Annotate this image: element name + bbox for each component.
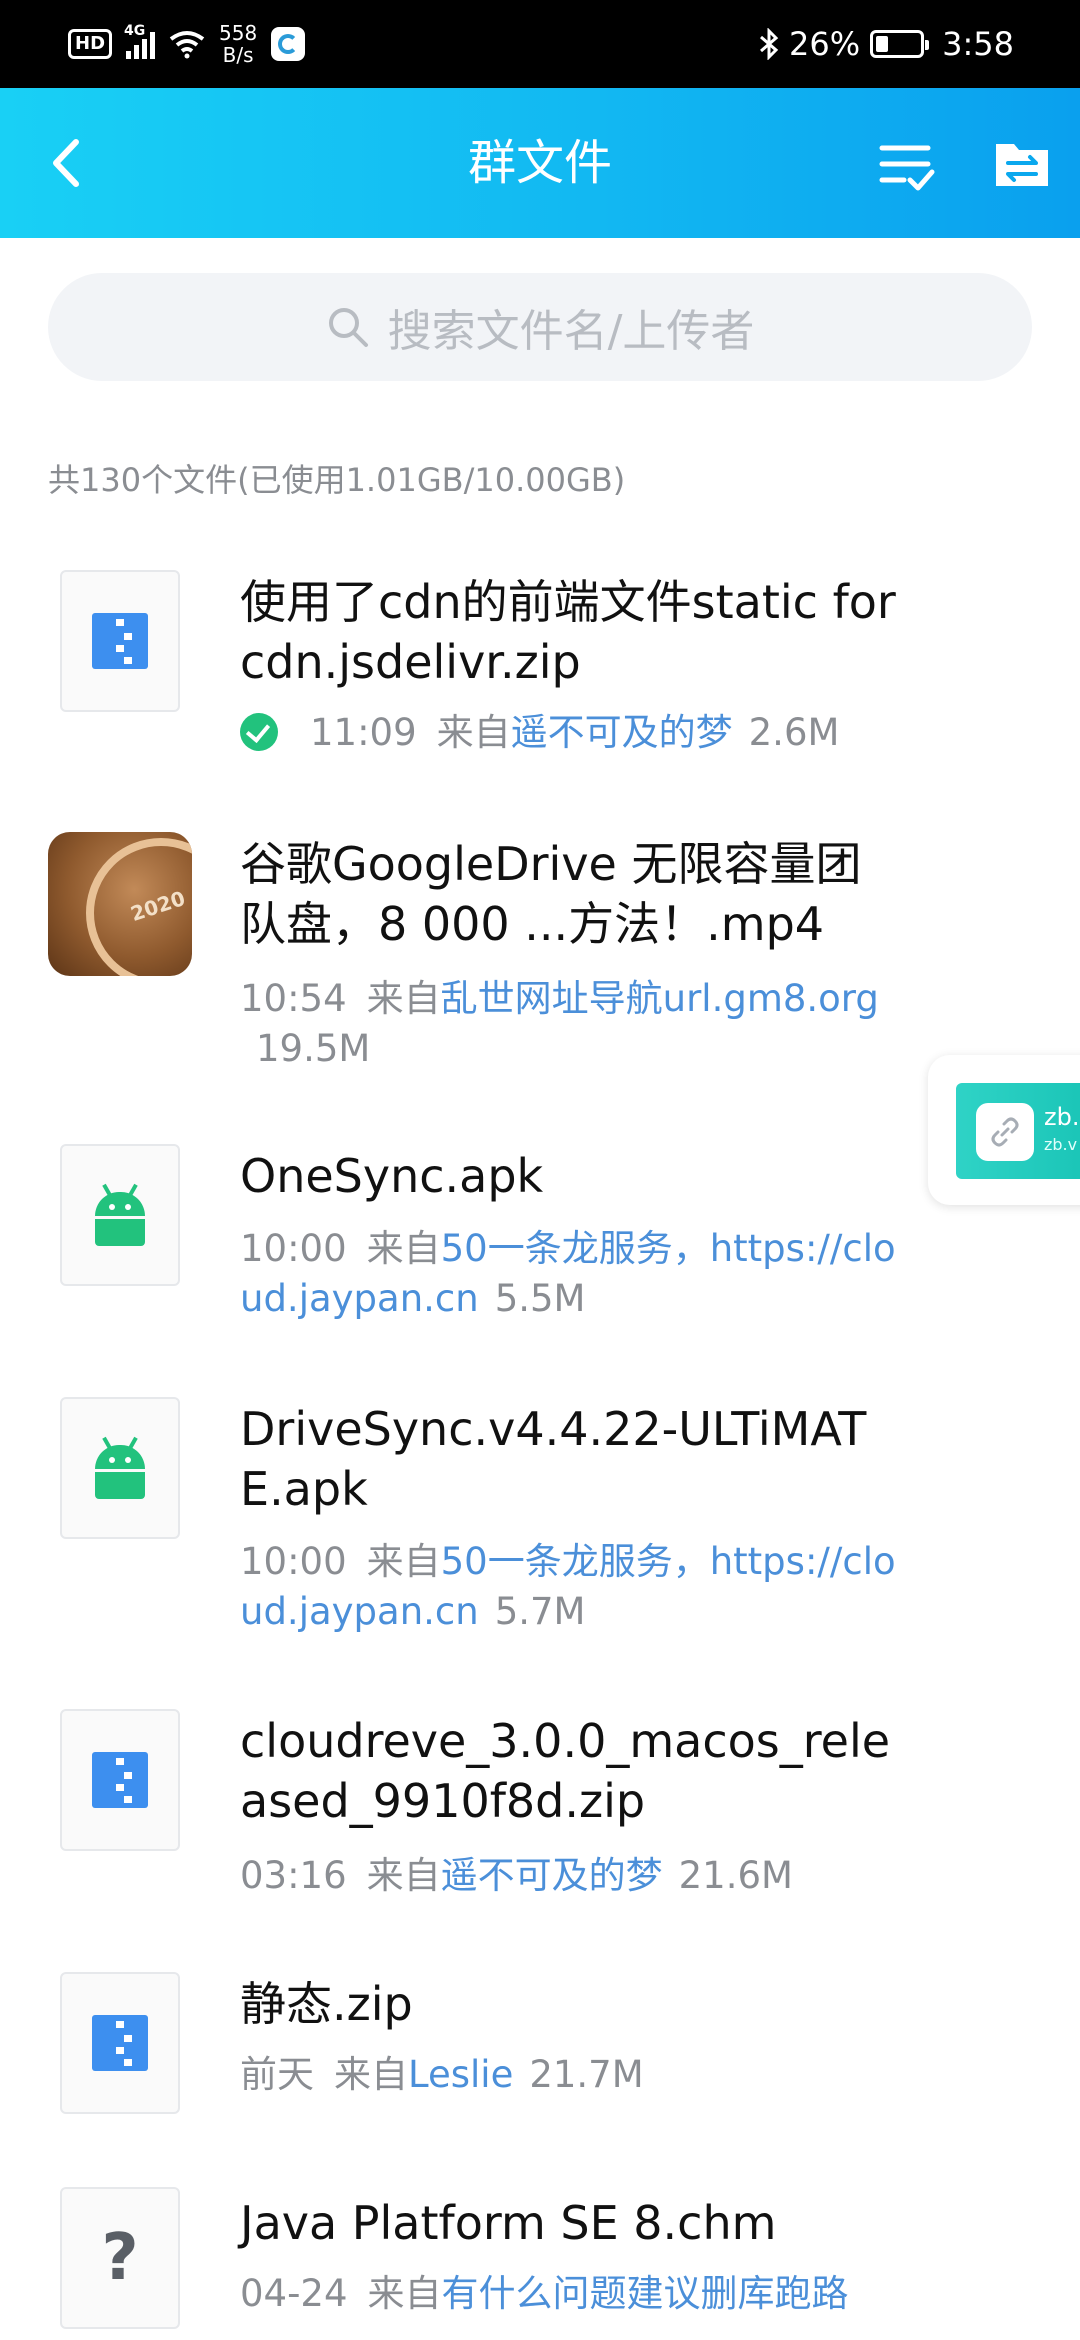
folder-transfer-icon xyxy=(996,144,1048,186)
network-speed-unit: B/s xyxy=(222,43,254,67)
storage-summary: 共130个文件(已使用1.01GB/10.00GB) xyxy=(48,461,626,499)
downloaded-check-icon xyxy=(240,713,278,751)
wifi-icon xyxy=(169,31,205,59)
file-name: 使用了cdn的前端文件static for cdn.jsdelivr.zip xyxy=(240,575,896,689)
file-list-item[interactable]: OneSync.apk 10:00 来自50一条龙服务，https://cloud… xyxy=(0,1140,1080,1340)
search-input[interactable]: 搜索文件名/上传者 xyxy=(48,273,1032,381)
file-meta: 前天 来自Leslie 21.7M xyxy=(240,2050,900,2100)
zip-file-thumbnail xyxy=(60,1709,180,1851)
file-list-item[interactable]: cloudreve_3.0.0_macos_released_9910f8d.z… xyxy=(0,1705,1080,1915)
app-notification-icon xyxy=(271,27,306,61)
from-label: 来自 xyxy=(366,977,441,1020)
file-transfer-button[interactable] xyxy=(990,132,1054,196)
bluetooth-icon xyxy=(760,28,779,60)
file-meta: 03:16 来自遥不可及的梦 21.6M xyxy=(240,1851,900,1901)
zip-icon xyxy=(92,1752,148,1808)
from-label: 来自 xyxy=(366,1227,441,1270)
video-thumbnail: 2020 xyxy=(48,832,192,976)
from-label: 来自 xyxy=(366,1854,441,1897)
battery-icon xyxy=(870,30,930,58)
floating-link-card: zb.v zb.v xyxy=(956,1083,1080,1179)
file-size: 21.6M xyxy=(678,1854,793,1897)
file-name: DriveSync.v4.4.22-ULTiMATE.apk xyxy=(240,1402,867,1516)
file-list-item[interactable]: 静态.zip 前天 来自Leslie 21.7M xyxy=(0,1972,1080,2142)
android-icon xyxy=(93,1183,147,1246)
uploader-link[interactable]: 有什么问题建议删库跑路 xyxy=(442,2272,849,2315)
apk-file-thumbnail xyxy=(60,1144,180,1286)
file-time: 10:00 xyxy=(240,1540,347,1583)
uploader-link[interactable]: 乱世网址导航url.gm8.org xyxy=(441,977,879,1020)
file-size: 19.5M xyxy=(256,1027,371,1070)
file-name: 谷歌GoogleDrive 无限容量团队盘，8 000 ...方法！.mp4 xyxy=(240,837,862,951)
file-size: 21.7M xyxy=(529,2053,644,2096)
file-name: Java Platform SE 8.chm xyxy=(240,2196,777,2250)
uploader-link[interactable]: 遥不可及的梦 xyxy=(441,1854,663,1897)
from-label: 来自 xyxy=(436,711,511,754)
floating-link-title: zb.v xyxy=(1044,1103,1080,1131)
search-placeholder: 搜索文件名/上传者 xyxy=(387,306,755,357)
file-meta: 10:00 来自50一条龙服务，https://cloud.jaypan.cn 5.… xyxy=(240,1537,900,1637)
file-meta: 11:09 来自遥不可及的梦 2.6M xyxy=(240,708,900,758)
file-name: cloudreve_3.0.0_macos_released_9910f8d.z… xyxy=(240,1714,891,1828)
clock: 3:58 xyxy=(942,25,1014,63)
file-name: 静态.zip xyxy=(240,1977,413,2031)
app-header: 群文件 xyxy=(0,88,1080,238)
search-icon xyxy=(328,308,368,347)
list-check-icon xyxy=(879,145,935,191)
file-time: 10:00 xyxy=(240,1227,347,1270)
file-time: 03:16 xyxy=(240,1854,347,1897)
android-icon xyxy=(93,1436,147,1499)
network-speed-value: 558 xyxy=(219,21,258,45)
file-list-item[interactable]: DriveSync.v4.4.22-ULTiMATE.apk 10:00 来自50… xyxy=(0,1393,1080,1643)
zip-file-thumbnail xyxy=(60,1972,180,2114)
battery-percent: 26% xyxy=(789,25,861,63)
zip-icon xyxy=(92,2015,148,2071)
link-icon xyxy=(976,1103,1034,1161)
unknown-file-thumbnail: ? xyxy=(60,2187,180,2329)
file-time: 10:54 xyxy=(240,977,347,1020)
from-label: 来自 xyxy=(367,2272,442,2315)
file-list-item[interactable]: 2020 谷歌GoogleDrive 无限容量团队盘，8 000 ...方法！.… xyxy=(0,830,1080,1080)
apk-file-thumbnail xyxy=(60,1397,180,1539)
question-mark-icon: ? xyxy=(101,2221,139,2295)
network-type: 4G xyxy=(124,23,146,39)
file-list-item[interactable]: 使用了cdn的前端文件static for cdn.jsdelivr.zip 1… xyxy=(0,560,1080,770)
file-time: 前天 xyxy=(240,2053,314,2096)
file-size: 5.5M xyxy=(494,1277,586,1320)
uploader-link[interactable]: 遥不可及的梦 xyxy=(511,711,733,754)
floating-link-subtitle: zb.v xyxy=(1044,1135,1078,1154)
status-bar: HD 4G 558 B/s 26% 3:58 xyxy=(0,0,1080,88)
file-meta: 10:54 来自乱世网址导航url.gm8.org 19.5M xyxy=(240,974,900,1074)
file-size: 5.7M xyxy=(494,1590,586,1633)
file-size: 2.6M xyxy=(748,711,840,754)
network-speed: 558 B/s xyxy=(219,22,257,66)
cellular-signal-icon: 4G xyxy=(124,23,156,59)
file-time: 11:09 xyxy=(310,711,417,754)
zip-icon xyxy=(92,613,148,669)
file-name: OneSync.apk xyxy=(240,1149,544,1203)
multi-select-button[interactable] xyxy=(870,130,940,200)
from-label: 来自 xyxy=(334,2053,408,2096)
zip-file-thumbnail xyxy=(60,570,180,712)
uploader-link[interactable]: Leslie xyxy=(408,2053,513,2096)
file-meta: 10:00 来自50一条龙服务，https://cloud.jaypan.cn 5.… xyxy=(240,1224,900,1324)
file-time: 04-24 xyxy=(240,2272,348,2315)
floating-link-widget[interactable]: zb.v zb.v xyxy=(928,1055,1080,1205)
hd-indicator: HD xyxy=(68,29,113,59)
file-meta: 04-24 来自有什么问题建议删库跑路 xyxy=(240,2269,900,2319)
from-label: 来自 xyxy=(366,1540,441,1583)
file-list-item[interactable]: ? Java Platform SE 8.chm 04-24 来自有什么问题建议删… xyxy=(0,2187,1080,2340)
